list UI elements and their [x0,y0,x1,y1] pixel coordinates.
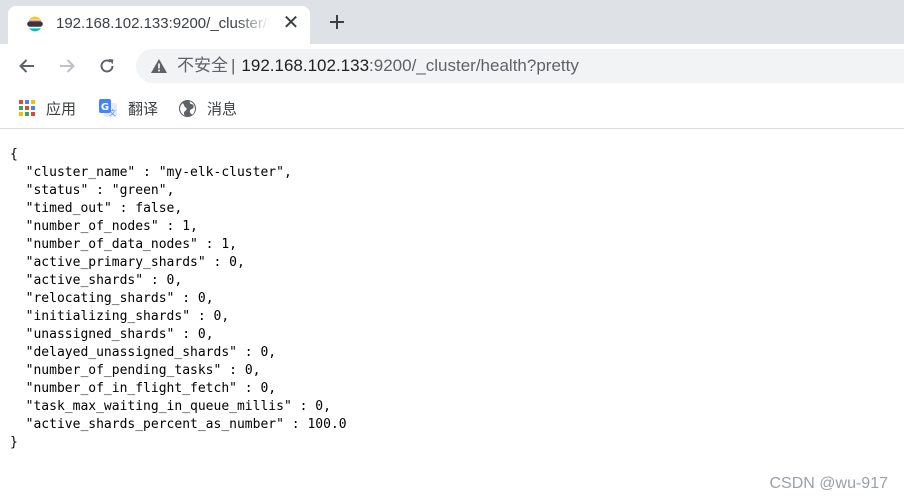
url-host: 192.168.102.133 [241,56,370,75]
json-open-brace: { [10,147,18,162]
warning-icon[interactable] [150,57,168,75]
url-separator: | [231,56,236,75]
json-key: active_primary_shards [33,255,198,270]
json-value: 0 [260,345,269,360]
json-key: active_shards [33,273,136,288]
json-key: status [33,183,81,198]
bookmark-label: 消息 [207,100,238,118]
plus-icon [330,15,344,29]
json-fields: "cluster_name" : "my-elk-cluster", "stat… [10,165,347,432]
elastic-icon [26,15,44,33]
bookmarks-bar: 应用 G 文 翻译 消息 [0,88,904,129]
json-close-brace: } [10,435,18,450]
json-field-line: "active_shards_percent_as_number" : 100.… [25,417,347,432]
json-value: 0 [244,363,253,378]
json-value: 100.0 [307,417,347,432]
json-key: cluster_name [33,165,128,180]
json-key: unassigned_shards [33,327,167,342]
forward-button[interactable] [52,52,82,80]
json-field-line: "number_of_pending_tasks" : 0, [25,363,261,378]
apps-grid-icon [19,100,35,116]
svg-text:文: 文 [109,108,116,117]
back-button[interactable] [12,52,42,80]
tab-title: 192.168.102.133:9200/_cluster/health?pre… [56,15,270,32]
reload-button[interactable] [92,52,122,80]
json-key: number_of_nodes [33,219,151,234]
json-field-line: "active_primary_shards" : 0, [25,255,245,270]
close-icon[interactable]: ✕ [280,12,302,34]
json-key: number_of_data_nodes [33,237,191,252]
json-field-line: "number_of_data_nodes" : 1, [25,237,237,252]
json-value: 0 [166,273,175,288]
json-value: 0 [213,309,222,324]
json-key: task_max_waiting_in_queue_millis [33,399,284,414]
browser-toolbar: 不安全 | 192.168.102.133:9200/_cluster/health… [0,44,904,88]
back-arrow-icon [19,59,34,73]
browser-tab[interactable]: 192.168.102.133:9200/_cluster/health?pre… [8,6,310,44]
new-tab-button[interactable] [322,8,352,36]
json-value: 1 [221,237,230,252]
svg-text:G: G [101,102,109,113]
reload-icon [100,58,114,73]
json-field-line: "unassigned_shards" : 0, [25,327,214,342]
insecure-label: 不安全 [177,56,228,75]
bookmark-messages[interactable]: 消息 [178,97,237,119]
json-value: 1 [182,219,191,234]
json-field-line: "delayed_unassigned_shards" : 0, [25,345,277,360]
json-value: "green" [111,183,167,198]
json-key: number_of_pending_tasks [33,363,214,378]
address-bar[interactable]: 不安全 | 192.168.102.133:9200/_cluster/health… [136,49,904,83]
json-value: 0 [260,381,269,396]
json-value: 0 [197,327,206,342]
json-field-line: "cluster_name" : "my-elk-cluster", [25,165,292,180]
url-text[interactable]: 不安全 | 192.168.102.133:9200/_cluster/health… [177,56,579,76]
json-response: { "cluster_name" : "my-elk-cluster", "st… [10,146,890,452]
json-value: "my-elk-cluster" [158,165,284,180]
json-field-line: "status" : "green", [25,183,175,198]
json-value: 0 [229,255,237,270]
google-translate-icon: G 文 [99,99,117,117]
json-key: initializing_shards [33,309,183,324]
watermark: CSDN @wu-917 [769,475,889,492]
bookmark-label: 翻译 [128,100,159,118]
forward-arrow-icon [60,59,75,73]
json-key: active_shards_percent_as_number [33,417,277,432]
json-key: relocating_shards [33,291,167,306]
url-path: :9200/_cluster/health?pretty [369,56,579,75]
json-key: timed_out [33,201,104,216]
json-value: 0 [315,399,324,414]
bookmark-label: 应用 [46,100,77,118]
json-field-line: "number_of_in_flight_fetch" : 0, [25,381,277,396]
tab-strip: 192.168.102.133:9200/_cluster/health?pre… [0,0,904,44]
json-value: 0 [197,291,206,306]
globe-icon [178,99,197,117]
json-field-line: "number_of_nodes" : 1, [25,219,198,234]
json-field-line: "relocating_shards" : 0, [25,291,214,306]
json-key: number_of_in_flight_fetch [33,381,230,396]
json-field-line: "active_shards" : 0, [25,273,183,288]
json-field-line: "timed_out" : false, [25,201,183,216]
json-key: delayed_unassigned_shards [33,345,230,360]
json-field-line: "initializing_shards" : 0, [25,309,230,324]
bookmark-apps[interactable]: 应用 [18,97,76,119]
json-value: false [135,201,175,216]
bookmark-translate[interactable]: G 文 翻译 [98,97,158,119]
json-field-line: "task_max_waiting_in_queue_millis" : 0, [25,399,331,414]
